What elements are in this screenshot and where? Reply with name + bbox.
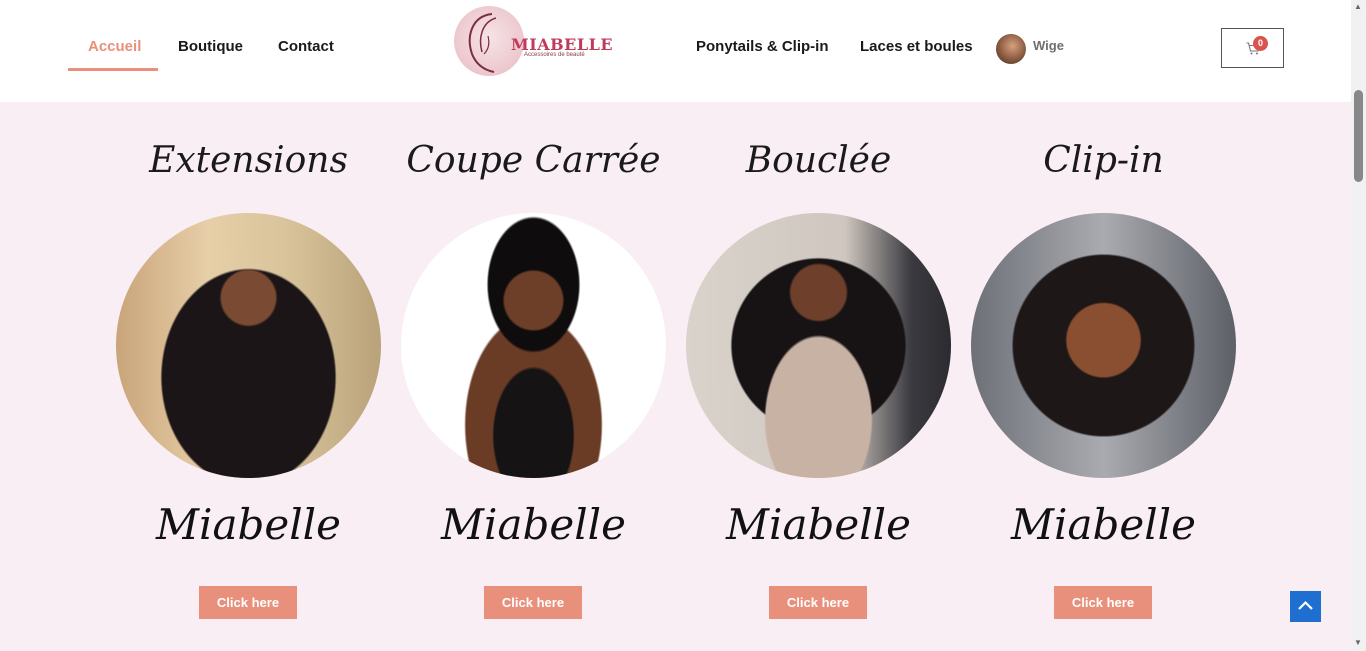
user-name[interactable]: Wige — [1033, 38, 1064, 53]
user-avatar[interactable] — [996, 34, 1026, 64]
brand-script-clip-in: Miabelle — [1011, 500, 1196, 549]
nav-accueil[interactable]: Accueil — [88, 38, 141, 55]
nav-contact[interactable]: Contact — [278, 38, 334, 55]
brand-script-bouclee: Miabelle — [726, 500, 911, 549]
click-here-button-extensions[interactable]: Click here — [199, 586, 297, 619]
product-image-bouclee[interactable] — [686, 213, 951, 478]
nav-active-underline — [68, 68, 158, 71]
brand-script-coupe-carree: Miabelle — [441, 500, 626, 549]
category-title-clip-in: Clip-in — [1043, 140, 1164, 181]
category-title-extensions: Extensions — [149, 140, 348, 181]
product-image-clip-in[interactable] — [971, 213, 1236, 478]
cart-button[interactable]: 0 — [1221, 28, 1284, 68]
cart-count-badge: 0 — [1253, 36, 1268, 51]
scrollbar-up-arrow-icon[interactable]: ▲ — [1354, 2, 1362, 11]
scroll-to-top-button[interactable] — [1290, 591, 1321, 622]
product-image-extensions[interactable] — [116, 213, 381, 478]
site-header: Accueil Boutique Contact MIABELLE Access… — [0, 0, 1351, 102]
click-here-button-bouclee[interactable]: Click here — [769, 586, 867, 619]
nav-boutique[interactable]: Boutique — [178, 38, 243, 55]
chevron-up-icon — [1298, 600, 1313, 610]
logo-tagline: Accessoires de beauté — [524, 52, 585, 58]
category-title-bouclee: Bouclée — [745, 140, 892, 181]
scrollbar-down-arrow-icon[interactable]: ▼ — [1354, 638, 1362, 647]
brand-script-extensions: Miabelle — [156, 500, 341, 549]
nav-laces[interactable]: Laces et boules — [860, 38, 973, 55]
product-image-coupe-carree[interactable] — [401, 213, 666, 478]
click-here-button-coupe-carree[interactable]: Click here — [484, 586, 582, 619]
click-here-button-clip-in[interactable]: Click here — [1054, 586, 1152, 619]
category-title-coupe-carree: Coupe Carrée — [406, 140, 661, 181]
nav-ponytails[interactable]: Ponytails & Clip-in — [696, 38, 829, 55]
scrollbar-thumb[interactable] — [1354, 90, 1363, 182]
